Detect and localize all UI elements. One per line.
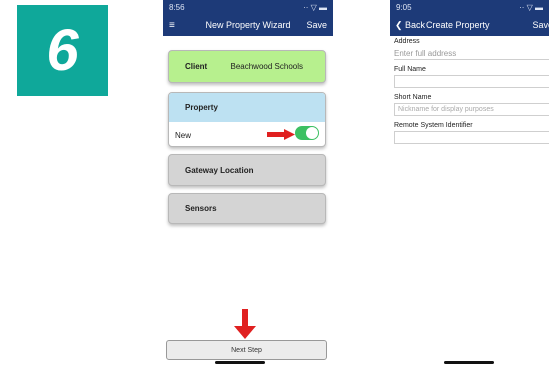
short-name-label: Short Name xyxy=(394,94,432,101)
toggle-knob xyxy=(306,127,318,139)
home-indicator xyxy=(444,361,494,364)
address-field[interactable]: Enter full address xyxy=(394,47,549,60)
short-name-field[interactable]: Nickname for display purposes xyxy=(394,103,549,116)
client-card[interactable]: Client Beachwood Schools xyxy=(168,50,326,83)
step-number-badge: 6 xyxy=(17,5,108,96)
property-card: Property New xyxy=(168,92,326,147)
status-icons: ·· ▽ ▬ xyxy=(519,2,543,12)
save-button[interactable]: Save xyxy=(306,20,327,30)
new-property-row: New xyxy=(169,122,325,146)
new-property-toggle[interactable] xyxy=(295,126,319,140)
status-time: 8:56 xyxy=(169,2,185,12)
status-time: 9:05 xyxy=(396,2,412,12)
status-bar: 8:56 ·· ▽ ▬ xyxy=(163,0,333,14)
gateway-location-card[interactable]: Gateway Location xyxy=(168,154,326,186)
full-name-label: Full Name xyxy=(394,66,426,73)
nav-bar: ≡ New Property Wizard Save xyxy=(163,14,333,36)
status-bar: 9:05 ·· ▽ ▬ xyxy=(390,0,549,14)
address-label: Address xyxy=(394,38,420,45)
property-header[interactable]: Property xyxy=(169,93,325,122)
client-label: Client xyxy=(185,62,208,71)
red-arrow-right-icon xyxy=(267,129,295,140)
nav-bar: ❮ Back Create Property Save xyxy=(390,14,549,36)
new-label: New xyxy=(175,130,192,140)
create-property-screen: 9:05 ·· ▽ ▬ ❮ Back Create Property Save … xyxy=(390,0,549,365)
client-value: Beachwood Schools xyxy=(230,62,304,71)
back-button[interactable]: ❮ Back xyxy=(395,20,425,31)
next-step-button[interactable]: Next Step xyxy=(166,340,327,360)
remote-system-identifier-label: Remote System Identifier xyxy=(394,122,473,129)
create-property-form: Address Enter full address Full Name Sho… xyxy=(394,36,549,148)
full-name-field[interactable] xyxy=(394,75,549,88)
new-property-wizard-screen: 8:56 ·· ▽ ▬ ≡ New Property Wizard Save C… xyxy=(163,0,333,365)
status-icons: ·· ▽ ▬ xyxy=(303,2,327,12)
home-indicator xyxy=(215,361,265,364)
nav-title: Create Property xyxy=(426,20,490,30)
red-arrow-down-icon xyxy=(234,309,256,339)
sensors-card[interactable]: Sensors xyxy=(168,193,326,224)
remote-system-identifier-field[interactable] xyxy=(394,131,549,144)
save-button[interactable]: Save xyxy=(532,20,549,30)
